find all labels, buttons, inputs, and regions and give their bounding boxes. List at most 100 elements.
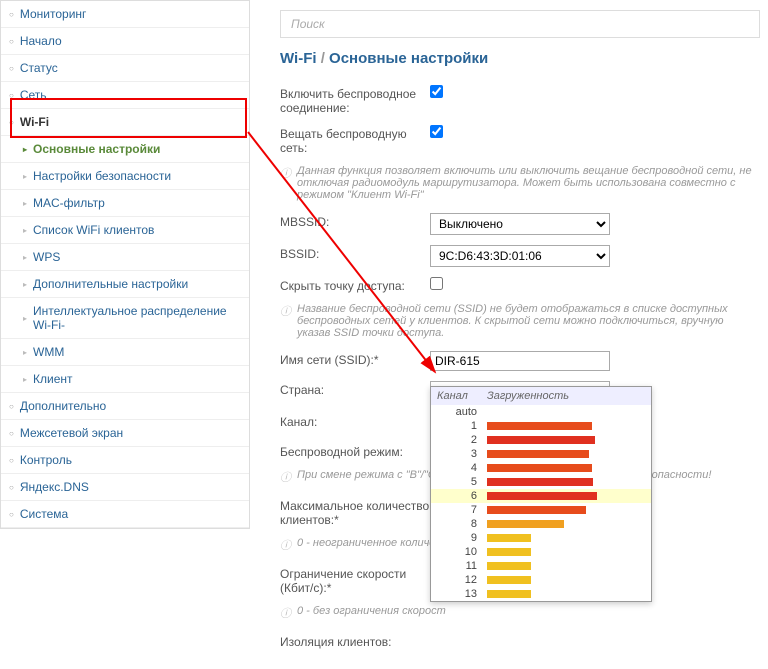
channel-option[interactable]: 9 <box>431 531 651 545</box>
sidebar-item-smart-wifi[interactable]: ▸Интеллектуальное распределение Wi-Fi- <box>1 298 249 339</box>
sidebar-item-label: Мониторинг <box>20 7 87 21</box>
channel-option[interactable]: 11 <box>431 559 651 573</box>
sidebar-item-clients[interactable]: ▸Список WiFi клиентов <box>1 217 249 244</box>
sidebar-item-label: Межсетевой экран <box>20 426 123 440</box>
sidebar-item-label: WPS <box>33 250 60 264</box>
info-icon: ⓘ <box>280 605 291 621</box>
sidebar-item-label: WMM <box>33 345 64 359</box>
bssid-label: BSSID: <box>280 245 430 261</box>
sidebar-item-basic-settings[interactable]: ▸ Основные настройки <box>1 136 249 163</box>
chevron-right-icon: ▸ <box>23 375 27 384</box>
channel-option-label: 7 <box>437 504 487 516</box>
sidebar-item-wmm[interactable]: ▸ WMM <box>1 339 249 366</box>
chevron-right-icon: ▸ <box>23 348 27 357</box>
hint-text: Название беспроводной сети (SSID) не буд… <box>297 303 760 339</box>
channel-option[interactable]: 8 <box>431 517 651 531</box>
bullet-icon: ○ <box>9 91 14 100</box>
sidebar-item-yandex-dns[interactable]: ○Яндекс.DNS <box>1 474 249 501</box>
chevron-right-icon: ▸ <box>23 145 27 154</box>
channel-option[interactable]: 6 <box>431 489 651 503</box>
sidebar-item-more[interactable]: ○Дополнительно <box>1 393 249 420</box>
bullet-icon: ○ <box>9 456 14 465</box>
info-icon: ⓘ <box>280 165 291 181</box>
hint-text: 0 - неограниченное количест <box>297 537 450 549</box>
chevron-right-icon: ▸ <box>23 172 27 181</box>
sidebar-item-label: Яндекс.DNS <box>20 480 89 494</box>
channel-option[interactable]: 5 <box>431 475 651 489</box>
channel-option[interactable]: 2 <box>431 433 651 447</box>
bullet-icon: ○ <box>9 10 14 19</box>
mbssid-select[interactable]: Выключено <box>430 213 610 235</box>
mode-label: Беспроводной режим: <box>280 443 430 459</box>
bssid-select[interactable]: 9C:D6:43:3D:01:06 <box>430 245 610 267</box>
load-bar <box>487 548 531 556</box>
sidebar-item-wps[interactable]: ▸ WPS <box>1 244 249 271</box>
hint-text: Данная функция позволяет включить или вы… <box>297 165 760 201</box>
channel-option-label: 11 <box>437 560 487 572</box>
load-bar <box>487 464 592 472</box>
sidebar-item-status[interactable]: ○Статус <box>1 55 249 82</box>
sidebar-item-label: Статус <box>20 61 58 75</box>
load-bar <box>487 450 589 458</box>
ssid-input[interactable] <box>430 351 610 371</box>
bullet-icon: ○ <box>9 510 14 519</box>
sidebar-item-client[interactable]: ▸Клиент <box>1 366 249 393</box>
channel-option[interactable]: 1 <box>431 419 651 433</box>
chevron-right-icon: ▸ <box>23 280 27 289</box>
sidebar-item-label: Система <box>20 507 68 521</box>
info-icon: ⓘ <box>280 303 291 319</box>
sidebar-item-security[interactable]: ▸ Настройки безопасности <box>1 163 249 190</box>
sidebar-item-network[interactable]: ○Сеть <box>1 82 249 109</box>
speed-limit-label: Ограничение скорости (Кбит/с):* <box>280 565 430 595</box>
load-bar <box>487 534 531 542</box>
channel-option[interactable]: 4 <box>431 461 651 475</box>
broadcast-checkbox[interactable] <box>430 125 443 138</box>
channel-option-label: 12 <box>437 574 487 586</box>
channel-option-label: 8 <box>437 518 487 530</box>
chevron-right-icon: ▸ <box>23 314 27 323</box>
channel-dropdown[interactable]: Канал Загруженность auto1234567891011121… <box>430 386 652 602</box>
channel-option[interactable]: 13 <box>431 587 651 601</box>
sidebar-item-control[interactable]: ○Контроль <box>1 447 249 474</box>
load-bar <box>487 422 592 430</box>
chevron-right-icon: ▸ <box>23 253 27 262</box>
channel-option[interactable]: 12 <box>431 573 651 587</box>
hint-text: 0 - без ограничения скорост <box>297 605 446 617</box>
enable-wireless-checkbox[interactable] <box>430 85 443 98</box>
sidebar-item-mac-filter[interactable]: ▸ MAC-фильтр <box>1 190 249 217</box>
channel-option[interactable]: 10 <box>431 545 651 559</box>
sidebar-item-monitoring[interactable]: ○ Мониторинг <box>1 1 249 28</box>
info-icon: ⓘ <box>280 469 291 485</box>
channel-option[interactable]: 3 <box>431 447 651 461</box>
hide-ap-label: Скрыть точку доступа: <box>280 277 430 293</box>
channel-option-label: 10 <box>437 546 487 558</box>
sidebar-item-firewall[interactable]: ○Межсетевой экран <box>1 420 249 447</box>
bullet-icon: ○ <box>9 118 14 127</box>
chevron-right-icon: ▸ <box>23 199 27 208</box>
sidebar-item-advanced[interactable]: ▸Дополнительные настройки <box>1 271 249 298</box>
breadcrumb-sep: / <box>321 50 325 67</box>
channel-option[interactable]: 7 <box>431 503 651 517</box>
max-clients-label: Максимальное количество клиентов:* <box>280 497 430 527</box>
dropdown-header: Канал Загруженность <box>431 387 651 405</box>
channel-option-label: 6 <box>437 490 487 502</box>
sidebar-item-label: Начало <box>20 34 62 48</box>
country-label: Страна: <box>280 381 430 397</box>
hide-ap-checkbox[interactable] <box>430 277 443 290</box>
load-bar <box>487 562 531 570</box>
breadcrumb: Wi-Fi / Основные настройки <box>280 50 760 67</box>
sidebar-item-start[interactable]: ○Начало <box>1 28 249 55</box>
channel-option-label: 13 <box>437 588 487 600</box>
breadcrumb-part[interactable]: Wi-Fi <box>280 50 317 67</box>
sidebar-item-label: Основные настройки <box>33 142 160 156</box>
load-bar <box>487 436 595 444</box>
sidebar-item-label: MAC-фильтр <box>33 196 105 210</box>
channel-option-label: 4 <box>437 462 487 474</box>
sidebar-item-wifi[interactable]: ○Wi-Fi <box>1 109 249 136</box>
load-bar <box>487 520 564 528</box>
bullet-icon: ○ <box>9 402 14 411</box>
channel-option[interactable]: auto <box>431 405 651 419</box>
sidebar-item-label: Настройки безопасности <box>33 169 171 183</box>
search-input[interactable]: Поиск <box>280 10 760 38</box>
sidebar-item-system[interactable]: ○ Система <box>1 501 249 528</box>
